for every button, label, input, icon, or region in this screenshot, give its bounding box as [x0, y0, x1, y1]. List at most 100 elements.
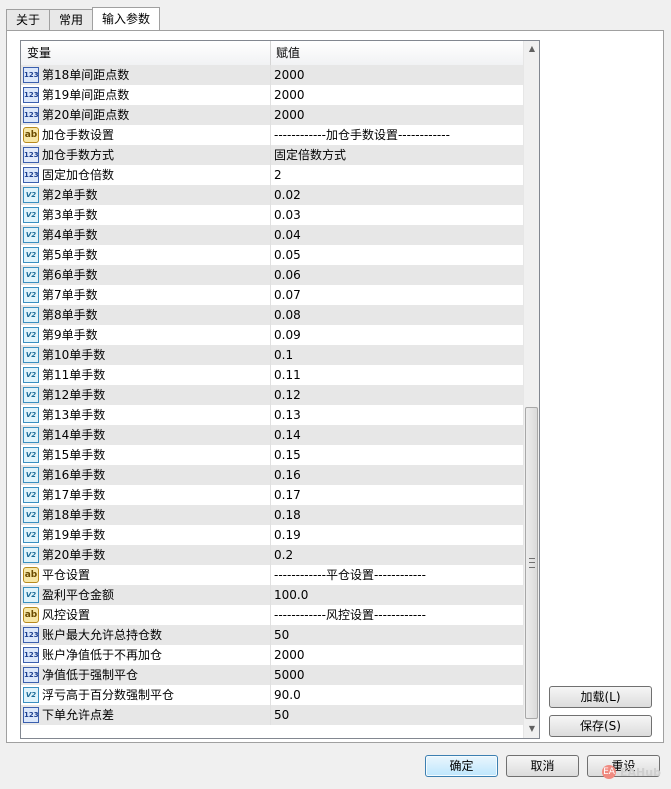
table-row[interactable]: V2 浮亏高于百分数强制平仓 90.0 [21, 685, 523, 705]
save-button[interactable]: 保存(S) [549, 715, 652, 737]
cell-divider [270, 565, 271, 585]
table-row[interactable]: V2 第11单手数 0.11 [21, 365, 523, 385]
parameter-value[interactable]: 0.18 [274, 505, 301, 525]
table-row[interactable]: ab 平仓设置 ------------平仓设置------------ [21, 565, 523, 585]
parameter-name: 第20单手数 [42, 548, 106, 562]
ok-button[interactable]: 确定 [425, 755, 498, 777]
parameter-value[interactable]: 50 [274, 705, 289, 725]
parameter-value[interactable]: 0.08 [274, 305, 301, 325]
parameter-value[interactable]: ------------平仓设置------------ [274, 565, 426, 585]
parameter-value[interactable]: 90.0 [274, 685, 301, 705]
tab-inputs[interactable]: 输入参数 [92, 7, 161, 30]
parameter-value[interactable]: 0.15 [274, 445, 301, 465]
parameter-value[interactable]: 5000 [274, 665, 305, 685]
double-type-icon: V2 [23, 687, 39, 703]
cancel-button[interactable]: 取消 [506, 755, 579, 777]
integer-type-icon: 123 [23, 107, 39, 123]
parameter-value[interactable]: 0.13 [274, 405, 301, 425]
table-row[interactable]: 123 账户最大允许总持仓数 50 [21, 625, 523, 645]
grid-header: 变量 赋值 [21, 41, 523, 66]
parameter-value[interactable]: 0.11 [274, 365, 301, 385]
cell-divider [270, 345, 271, 365]
table-row[interactable]: ab 加仓手数设置 ------------加仓手数设置------------ [21, 125, 523, 145]
table-row[interactable]: 123 第20单间距点数 2000 [21, 105, 523, 125]
parameter-value[interactable]: ------------加仓手数设置------------ [274, 125, 450, 145]
parameter-value[interactable]: 50 [274, 625, 289, 645]
cell-divider [270, 465, 271, 485]
parameter-value[interactable]: 0.03 [274, 205, 301, 225]
cell-divider [270, 65, 271, 85]
table-row[interactable]: V2 第20单手数 0.2 [21, 545, 523, 565]
parameter-name: 下单允许点差 [42, 708, 115, 722]
double-type-icon: V2 [23, 207, 39, 223]
table-row[interactable]: V2 第18单手数 0.18 [21, 505, 523, 525]
table-row[interactable]: ab 风控设置 ------------风控设置------------ [21, 605, 523, 625]
cell-divider [270, 125, 271, 145]
column-header-value[interactable]: 赋值 [276, 41, 300, 65]
table-row[interactable]: 123 第18单间距点数 2000 [21, 65, 523, 85]
parameter-value[interactable]: 0.12 [274, 385, 301, 405]
table-row[interactable]: 123 下单允许点差 50 [21, 705, 523, 725]
parameter-value[interactable]: 2000 [274, 645, 305, 665]
table-row[interactable]: V2 第13单手数 0.13 [21, 405, 523, 425]
cell-divider [270, 365, 271, 385]
parameter-value[interactable]: 0.17 [274, 485, 301, 505]
parameter-value[interactable]: 0.04 [274, 225, 301, 245]
table-row[interactable]: 123 账户净值低于不再加仓 2000 [21, 645, 523, 665]
table-row[interactable]: V2 第19单手数 0.19 [21, 525, 523, 545]
table-row[interactable]: V2 第16单手数 0.16 [21, 465, 523, 485]
table-row[interactable]: 123 加仓手数方式 固定倍数方式 [21, 145, 523, 165]
parameter-value[interactable]: 0.06 [274, 265, 301, 285]
cell-divider [270, 545, 271, 565]
parameter-value[interactable]: 100.0 [274, 585, 308, 605]
table-row[interactable]: 123 净值低于强制平仓 5000 [21, 665, 523, 685]
table-row[interactable]: V2 第7单手数 0.07 [21, 285, 523, 305]
load-button[interactable]: 加载(L) [549, 686, 652, 708]
tab-common[interactable]: 常用 [49, 9, 94, 30]
parameter-value[interactable]: 0.07 [274, 285, 301, 305]
parameter-value[interactable]: 0.19 [274, 525, 301, 545]
parameter-value[interactable]: 0.1 [274, 345, 293, 365]
table-row[interactable]: V2 第6单手数 0.06 [21, 265, 523, 285]
table-row[interactable]: 123 固定加仓倍数 2 [21, 165, 523, 185]
parameter-value[interactable]: 0.14 [274, 425, 301, 445]
string-type-icon: ab [23, 127, 39, 143]
parameter-value[interactable]: ------------风控设置------------ [274, 605, 426, 625]
table-row[interactable]: V2 第2单手数 0.02 [21, 185, 523, 205]
table-row[interactable]: V2 第15单手数 0.15 [21, 445, 523, 465]
parameter-value[interactable]: 固定倍数方式 [274, 145, 346, 165]
table-row[interactable]: V2 第12单手数 0.12 [21, 385, 523, 405]
tab-about[interactable]: 关于 [6, 9, 51, 30]
table-row[interactable]: V2 第14单手数 0.14 [21, 425, 523, 445]
table-row[interactable]: V2 第4单手数 0.04 [21, 225, 523, 245]
cell-divider [270, 525, 271, 545]
watermark: EA EAHub [602, 764, 664, 782]
parameter-value[interactable]: 2000 [274, 85, 305, 105]
parameter-value[interactable]: 2000 [274, 105, 305, 125]
table-row[interactable]: V2 第3单手数 0.03 [21, 205, 523, 225]
parameter-value[interactable]: 0.05 [274, 245, 301, 265]
table-row[interactable]: V2 第17单手数 0.17 [21, 485, 523, 505]
scrollbar-thumb[interactable] [525, 407, 538, 719]
parameter-name: 第2单手数 [42, 188, 98, 202]
table-row[interactable]: V2 第5单手数 0.05 [21, 245, 523, 265]
parameter-value[interactable]: 0.16 [274, 465, 301, 485]
vertical-scrollbar[interactable]: ▲ ▼ [523, 41, 539, 738]
table-row[interactable]: V2 盈利平仓金额 100.0 [21, 585, 523, 605]
table-row[interactable]: V2 第10单手数 0.1 [21, 345, 523, 365]
column-divider[interactable] [270, 41, 271, 65]
scroll-up-arrow-icon[interactable]: ▲ [524, 41, 539, 57]
parameter-value[interactable]: 0.09 [274, 325, 301, 345]
parameter-value[interactable]: 0.2 [274, 545, 293, 565]
column-header-variable[interactable]: 变量 [27, 41, 51, 65]
scroll-down-arrow-icon[interactable]: ▼ [524, 721, 539, 737]
table-row[interactable]: 123 第19单间距点数 2000 [21, 85, 523, 105]
parameter-name: 第19单间距点数 [42, 88, 130, 102]
parameter-value[interactable]: 0.02 [274, 185, 301, 205]
double-type-icon: V2 [23, 487, 39, 503]
table-row[interactable]: V2 第9单手数 0.09 [21, 325, 523, 345]
parameter-value[interactable]: 2000 [274, 65, 305, 85]
table-row[interactable]: V2 第8单手数 0.08 [21, 305, 523, 325]
double-type-icon: V2 [23, 247, 39, 263]
parameter-value[interactable]: 2 [274, 165, 282, 185]
